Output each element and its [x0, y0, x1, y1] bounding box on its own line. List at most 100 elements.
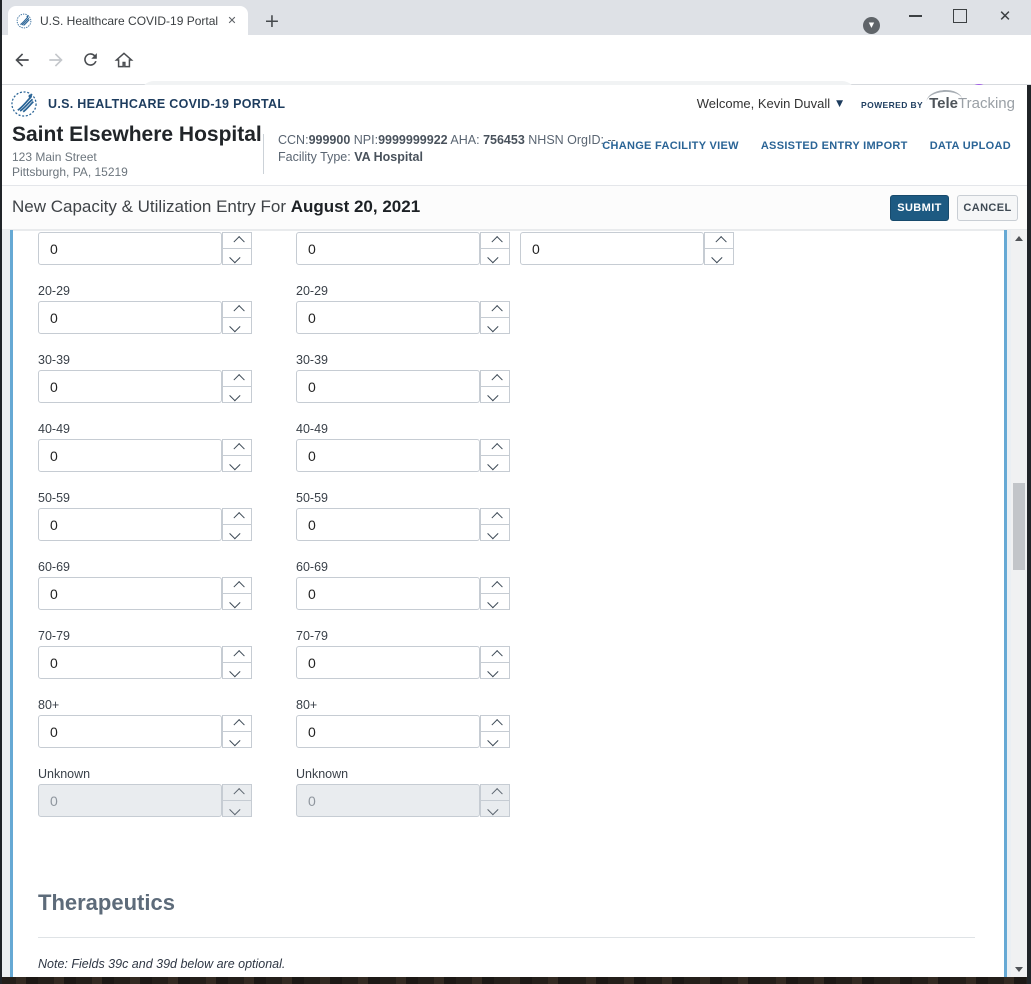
- scroll-up-arrow-icon[interactable]: [1011, 230, 1027, 246]
- window-maximize-button[interactable]: [946, 5, 974, 27]
- divider: [0, 229, 1031, 231]
- new-tab-button[interactable]: +: [260, 9, 284, 33]
- number-input[interactable]: [38, 439, 222, 472]
- spin-up-button[interactable]: [222, 508, 252, 525]
- vertical-scrollbar[interactable]: [1011, 230, 1027, 978]
- spin-up-button: [480, 784, 510, 801]
- spin-up-button[interactable]: [480, 301, 510, 318]
- spin-down-button: [222, 800, 252, 817]
- number-input[interactable]: [38, 301, 222, 334]
- spin-down-button[interactable]: [222, 386, 252, 403]
- spin-down-button[interactable]: [480, 662, 510, 679]
- chevron-down-icon: ▼: [836, 98, 844, 109]
- back-icon[interactable]: [10, 48, 34, 72]
- spin-down-button[interactable]: [222, 524, 252, 541]
- portal-title: U.S. HEALTHCARE COVID-19 PORTAL: [48, 96, 286, 111]
- spin-up-button[interactable]: [480, 715, 510, 732]
- media-controls-button[interactable]: ▼: [863, 17, 880, 34]
- spin-up-button[interactable]: [480, 646, 510, 663]
- number-input[interactable]: [296, 508, 480, 541]
- change-facility-view-link[interactable]: CHANGE FACILITY VIEW: [602, 140, 739, 152]
- field-30-39-col2: 30-39: [296, 353, 510, 403]
- powered-by-logo: POWERED BY TeleTracking: [861, 88, 1015, 112]
- user-menu[interactable]: Welcome, Kevin Duvall ▼: [697, 96, 843, 111]
- data-upload-link[interactable]: DATA UPLOAD: [930, 140, 1011, 152]
- page-border-left: [10, 230, 13, 978]
- number-input[interactable]: [38, 577, 222, 610]
- number-input[interactable]: [296, 370, 480, 403]
- submit-button[interactable]: SUBMIT: [890, 195, 949, 221]
- number-input[interactable]: [38, 232, 222, 265]
- spin-down-button[interactable]: [222, 662, 252, 679]
- hhs-logo-icon: [10, 90, 38, 118]
- spin-down-button[interactable]: [480, 593, 510, 610]
- spin-up-button[interactable]: [222, 646, 252, 663]
- field-40-49-col2: 40-49: [296, 422, 510, 472]
- number-input[interactable]: [296, 232, 480, 265]
- spin-down-button[interactable]: [480, 524, 510, 541]
- number-input[interactable]: [38, 646, 222, 679]
- window-minimize-button[interactable]: [901, 5, 929, 27]
- spin-down-button[interactable]: [222, 248, 252, 265]
- number-input[interactable]: [296, 439, 480, 472]
- spin-down-button: [480, 800, 510, 817]
- tab-close-icon[interactable]: ✕: [224, 13, 240, 29]
- number-input[interactable]: [38, 508, 222, 541]
- scrollbar-thumb[interactable]: [1013, 483, 1025, 570]
- field-70-79-col2: 70-79: [296, 629, 510, 679]
- field-80plus-col2: 80+: [296, 698, 510, 748]
- spin-up-button[interactable]: [222, 577, 252, 594]
- number-field-group: [296, 232, 510, 265]
- forward-icon[interactable]: [44, 48, 68, 72]
- cancel-button[interactable]: CANCEL: [957, 195, 1018, 221]
- window-edge: [1027, 85, 1031, 984]
- number-input[interactable]: [296, 646, 480, 679]
- number-input[interactable]: [520, 232, 704, 265]
- spin-up-button[interactable]: [222, 370, 252, 387]
- field-30-39-col1: 30-39: [38, 353, 252, 403]
- spin-up-button[interactable]: [480, 232, 510, 249]
- spin-down-button[interactable]: [480, 386, 510, 403]
- spin-down-button[interactable]: [222, 593, 252, 610]
- facility-address: 123 Main Street Pittsburgh, PA, 15219: [12, 150, 128, 179]
- spin-up-button[interactable]: [704, 232, 734, 249]
- spin-up-button[interactable]: [222, 301, 252, 318]
- browser-tab[interactable]: U.S. Healthcare COVID-19 Portal ✕: [8, 6, 248, 35]
- app-header: U.S. HEALTHCARE COVID-19 PORTAL Welcome,…: [0, 85, 1031, 123]
- divider: [38, 937, 975, 938]
- spin-up-button[interactable]: [222, 232, 252, 249]
- spin-up-button[interactable]: [480, 370, 510, 387]
- spin-down-button[interactable]: [480, 731, 510, 748]
- spin-down-button[interactable]: [480, 317, 510, 334]
- spin-down-button[interactable]: [222, 455, 252, 472]
- spin-down-button[interactable]: [222, 731, 252, 748]
- window-bottom-edge: [0, 977, 1031, 984]
- spin-up-button[interactable]: [222, 439, 252, 456]
- entry-title: New Capacity & Utilization Entry For Aug…: [12, 197, 421, 216]
- spin-up-button[interactable]: [480, 508, 510, 525]
- spin-down-button[interactable]: [222, 317, 252, 334]
- divider: [263, 134, 264, 174]
- number-input[interactable]: [296, 715, 480, 748]
- number-input[interactable]: [296, 301, 480, 334]
- spin-up-button[interactable]: [222, 715, 252, 732]
- number-field-group: [520, 232, 734, 265]
- window-close-button[interactable]: ✕: [991, 5, 1019, 27]
- home-icon[interactable]: [112, 48, 136, 72]
- reload-icon[interactable]: [78, 48, 102, 72]
- number-input[interactable]: [38, 370, 222, 403]
- spin-down-button[interactable]: [704, 248, 734, 265]
- field-60-69-col2: 60-69: [296, 560, 510, 610]
- spin-up-button[interactable]: [480, 577, 510, 594]
- assisted-entry-import-link[interactable]: ASSISTED ENTRY IMPORT: [761, 140, 908, 152]
- number-input[interactable]: [38, 715, 222, 748]
- field-50-59-col2: 50-59: [296, 491, 510, 541]
- scroll-down-arrow-icon[interactable]: [1011, 961, 1027, 977]
- entry-header: New Capacity & Utilization Entry For Aug…: [0, 186, 1031, 230]
- spin-down-button[interactable]: [480, 455, 510, 472]
- field-70-79-col1: 70-79: [38, 629, 252, 679]
- field-40-49-col1: 40-49: [38, 422, 252, 472]
- spin-up-button[interactable]: [480, 439, 510, 456]
- spin-down-button[interactable]: [480, 248, 510, 265]
- number-input[interactable]: [296, 577, 480, 610]
